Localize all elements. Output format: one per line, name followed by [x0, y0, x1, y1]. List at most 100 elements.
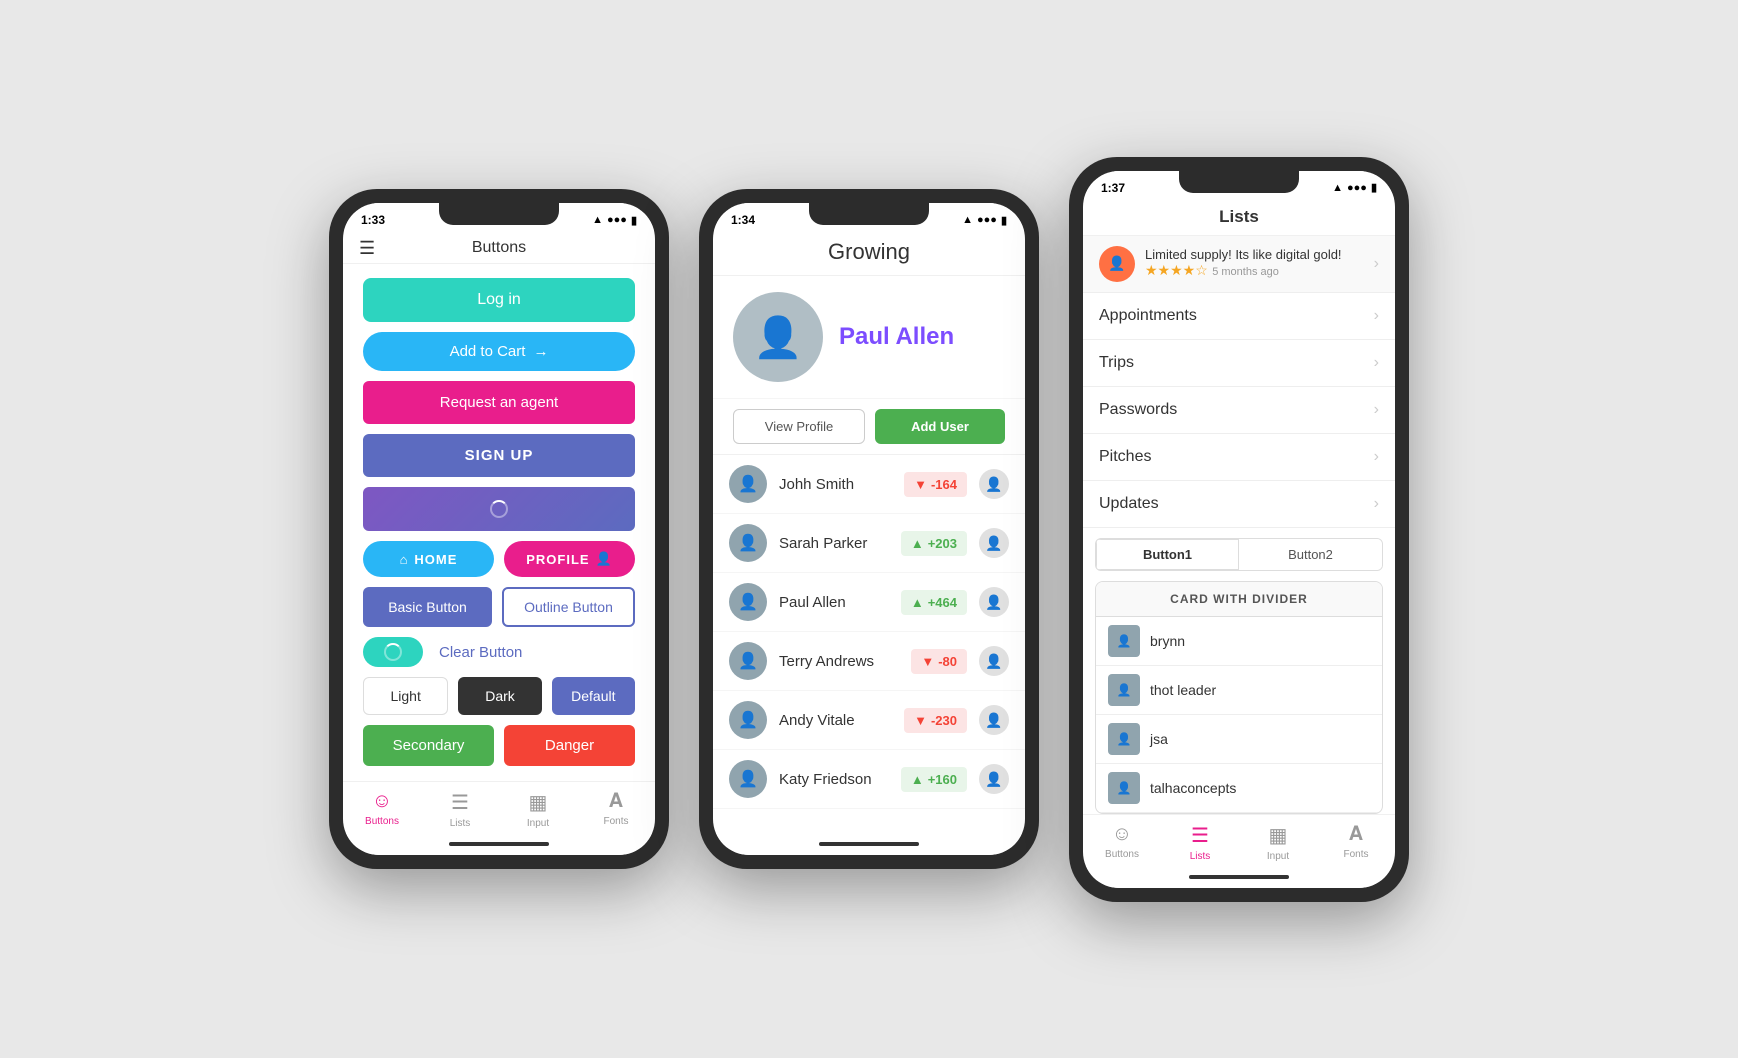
- user-action-icon[interactable]: 👤: [979, 469, 1009, 499]
- user-action-icon[interactable]: 👤: [979, 528, 1009, 558]
- review-text-block: Limited supply! Its like digital gold! ★…: [1145, 247, 1364, 280]
- danger-button[interactable]: Danger: [504, 725, 635, 766]
- toggle-button[interactable]: [363, 637, 423, 667]
- list-chevron-icon: ›: [1374, 354, 1379, 372]
- nav-buttons-3[interactable]: ☺ Buttons: [1083, 823, 1161, 862]
- user-action-icon[interactable]: 👤: [979, 764, 1009, 794]
- score-badge: ▲ +464: [901, 590, 967, 615]
- nav-fonts-3[interactable]: 𝐀 Fonts: [1317, 823, 1395, 862]
- home-indicator-2: [713, 833, 1025, 855]
- nav-fonts[interactable]: 𝐀 Fonts: [577, 790, 655, 829]
- menu-icon[interactable]: ☰: [359, 238, 375, 259]
- user-row[interactable]: 👤 Sarah Parker ▲ +203 👤: [713, 514, 1025, 573]
- input-nav-icon-3: ▦: [1269, 823, 1288, 848]
- nav-buttons-label-3: Buttons: [1105, 849, 1139, 860]
- home-button[interactable]: ⌂ HOME: [363, 541, 494, 577]
- score-arrow: ▼: [921, 654, 934, 669]
- user-avatar: 👤: [729, 465, 767, 503]
- profile-label: PROFILE: [526, 552, 589, 567]
- wifi-icon-2: ▲: [962, 214, 973, 226]
- user-row[interactable]: 👤 Terry Andrews ▼ -80 👤: [713, 632, 1025, 691]
- list-item[interactable]: Pitches ›: [1083, 434, 1395, 481]
- clear-button[interactable]: Clear Button: [439, 644, 522, 661]
- nav-lists[interactable]: ☰ Lists: [421, 790, 499, 829]
- secondary-button[interactable]: Secondary: [363, 725, 494, 766]
- login-button[interactable]: Log in: [363, 278, 635, 322]
- status-icons-1: ▲ ●●● ▮: [592, 214, 637, 227]
- card-user-row[interactable]: 👤 jsa: [1096, 715, 1382, 764]
- arrow-icon: →: [533, 343, 548, 360]
- card-user-row[interactable]: 👤 thot leader: [1096, 666, 1382, 715]
- tab-button1[interactable]: Button1: [1096, 539, 1239, 570]
- user-name: Paul Allen: [779, 594, 889, 611]
- list-chevron-icon: ›: [1374, 495, 1379, 513]
- fonts-nav-icon-3: 𝐀: [1349, 823, 1363, 846]
- tab-bar: Button1 Button2: [1095, 538, 1383, 571]
- list-item[interactable]: Passwords ›: [1083, 387, 1395, 434]
- home-bar-2: [819, 842, 919, 846]
- add-to-cart-button[interactable]: Add to Cart →: [363, 332, 635, 371]
- dark-button[interactable]: Dark: [458, 677, 541, 715]
- review-time: 5 months ago: [1212, 266, 1279, 278]
- lists-header: Lists: [1083, 199, 1395, 236]
- status-icons-3: ▲ ●●● ▮: [1332, 181, 1377, 194]
- phone-3: 1:37 ▲ ●●● ▮ Lists 👤 Limited supply! Its…: [1069, 157, 1409, 902]
- default-button[interactable]: Default: [552, 677, 635, 715]
- list-item[interactable]: Trips ›: [1083, 340, 1395, 387]
- card-user-row[interactable]: 👤 brynn: [1096, 617, 1382, 666]
- list-item[interactable]: Appointments ›: [1083, 293, 1395, 340]
- light-button[interactable]: Light: [363, 677, 448, 715]
- user-name: Sarah Parker: [779, 535, 889, 552]
- score-arrow: ▲: [911, 772, 924, 787]
- home-label: HOME: [414, 552, 457, 567]
- user-row[interactable]: 👤 Andy Vitale ▼ -230 👤: [713, 691, 1025, 750]
- lists-nav-icon-3: ☰: [1191, 823, 1209, 848]
- add-user-button[interactable]: Add User: [875, 409, 1005, 444]
- signup-button[interactable]: SIGN UP: [363, 434, 635, 477]
- wifi-icon: ▲: [592, 214, 603, 226]
- outline-button[interactable]: Outline Button: [502, 587, 635, 627]
- battery-icon-2: ▮: [1001, 214, 1007, 227]
- nav-lists-3[interactable]: ☰ Lists: [1161, 823, 1239, 862]
- score-value: +160: [928, 772, 957, 787]
- tab-button2[interactable]: Button2: [1239, 539, 1382, 570]
- list-chevron-icon: ›: [1374, 448, 1379, 466]
- nav-input-3[interactable]: ▦ Input: [1239, 823, 1317, 862]
- user-name: Andy Vitale: [779, 712, 892, 729]
- user-row[interactable]: 👤 Johh Smith ▼ -164 👤: [713, 455, 1025, 514]
- nav-buttons[interactable]: ☺ Buttons: [343, 790, 421, 829]
- spinner-icon: [490, 500, 508, 518]
- profile-name: Paul Allen: [839, 323, 954, 351]
- score-value: -164: [931, 477, 957, 492]
- user-action-icon[interactable]: 👤: [979, 646, 1009, 676]
- review-banner[interactable]: 👤 Limited supply! Its like digital gold!…: [1083, 236, 1395, 293]
- score-value: +203: [928, 536, 957, 551]
- view-profile-button[interactable]: View Profile: [733, 409, 865, 444]
- profile-section: 👤 Paul Allen: [713, 276, 1025, 399]
- request-agent-button[interactable]: Request an agent: [363, 381, 635, 424]
- nav-fonts-label: Fonts: [603, 816, 628, 827]
- basic-button[interactable]: Basic Button: [363, 587, 492, 627]
- battery-icon-3: ▮: [1371, 181, 1377, 194]
- card-header: CARD WITH DIVIDER: [1096, 582, 1382, 617]
- loading-button[interactable]: [363, 487, 635, 531]
- card-with-divider: CARD WITH DIVIDER 👤 brynn 👤 thot leader …: [1095, 581, 1383, 814]
- user-name: Terry Andrews: [779, 653, 899, 670]
- profile-button[interactable]: PROFILE 👤: [504, 541, 635, 577]
- user-row[interactable]: 👤 Paul Allen ▲ +464 👤: [713, 573, 1025, 632]
- user-action-icon[interactable]: 👤: [979, 705, 1009, 735]
- score-value: -80: [938, 654, 957, 669]
- card-avatar: 👤: [1108, 674, 1140, 706]
- card-user-row[interactable]: 👤 talhaconcepts: [1096, 764, 1382, 813]
- score-arrow: ▼: [914, 477, 927, 492]
- user-row[interactable]: 👤 Katy Friedson ▲ +160 👤: [713, 750, 1025, 809]
- score-badge: ▲ +203: [901, 531, 967, 556]
- page-title-1: Buttons: [472, 239, 526, 257]
- profile-avatar: 👤: [733, 292, 823, 382]
- user-name: Katy Friedson: [779, 771, 889, 788]
- home-profile-row: ⌂ HOME PROFILE 👤: [363, 541, 635, 577]
- nav-input[interactable]: ▦ Input: [499, 790, 577, 829]
- list-item[interactable]: Updates ›: [1083, 481, 1395, 528]
- bottom-nav-1: ☺ Buttons ☰ Lists ▦ Input 𝐀 Fonts: [343, 781, 655, 833]
- user-action-icon[interactable]: 👤: [979, 587, 1009, 617]
